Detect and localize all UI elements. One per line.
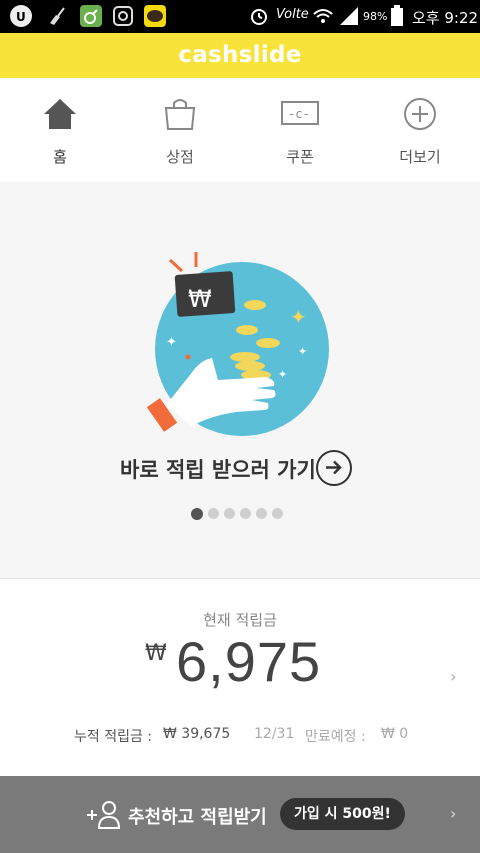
plus-circle-icon bbox=[404, 98, 436, 130]
alarm-clock-icon bbox=[248, 5, 270, 27]
referral-banner[interactable]: 추천하고 적립받기 가입 시 500원! › bbox=[0, 776, 480, 853]
svg-text:✦: ✦ bbox=[290, 305, 307, 329]
u-plus-app-icon: U bbox=[10, 5, 32, 27]
balance-panel[interactable]: 현재 적립금 ₩ 6,975 › 누적 적립금 : ₩ 39,675 12/31… bbox=[0, 579, 480, 776]
carousel-dot-4[interactable] bbox=[240, 508, 251, 519]
tab-store[interactable]: 상점 bbox=[120, 78, 240, 182]
tab-coupon-label: 쿠폰 bbox=[286, 148, 314, 166]
shopping-bag-icon bbox=[164, 99, 196, 130]
coupon-icon: -c- bbox=[281, 101, 319, 125]
add-friend-icon bbox=[87, 801, 120, 829]
current-balance-label: 현재 적립금 bbox=[203, 611, 277, 629]
tab-store-label: 상점 bbox=[166, 148, 194, 166]
cumulative-value: ₩ 39,675 bbox=[163, 726, 231, 742]
wallet-won-symbol: ₩ bbox=[188, 285, 212, 313]
clock-time: 오후 9:22 bbox=[412, 9, 479, 27]
cleaner-broom-icon bbox=[46, 5, 68, 27]
wifi-icon bbox=[312, 5, 334, 27]
carousel-dot-3[interactable] bbox=[224, 508, 235, 519]
tab-coupon[interactable]: -c- 쿠폰 bbox=[240, 78, 360, 182]
svg-text:U: U bbox=[16, 10, 26, 24]
tab-home-label: 홈 bbox=[53, 148, 67, 166]
hand-catching-coins-illustration: ₩ ✦ ✦ ✦ ✦ bbox=[146, 252, 329, 436]
referral-bonus-badge: 가입 시 500원! bbox=[280, 798, 405, 830]
carousel-dot-2[interactable] bbox=[208, 508, 219, 519]
tab-more[interactable]: 더보기 bbox=[360, 78, 480, 182]
battery-percent: 98% bbox=[363, 10, 388, 23]
chevron-right-icon: › bbox=[450, 667, 457, 686]
tab-bar: 홈 상점 -c- 쿠폰 더보기 bbox=[0, 78, 480, 182]
cashslide-logo: cashslide bbox=[178, 42, 302, 68]
app-header: cashslide bbox=[0, 33, 480, 78]
expiry-date: 12/31 bbox=[254, 726, 295, 742]
promo-banner[interactable]: ₩ ✦ ✦ ✦ ✦ 바로 적립 받으러 가기 bbox=[0, 182, 480, 579]
arrow-right-circle-icon bbox=[316, 450, 352, 486]
expiry-label: 만료예정 : bbox=[305, 729, 366, 745]
expiry-value: ₩ 0 bbox=[381, 726, 409, 742]
volte-indicator: Volte bbox=[276, 7, 309, 22]
battery-icon bbox=[390, 5, 412, 27]
carousel-dot-1[interactable] bbox=[191, 507, 203, 520]
carousel-dot-5[interactable] bbox=[256, 508, 267, 519]
current-balance-amount: 6,975 bbox=[176, 630, 322, 693]
tab-home[interactable]: 홈 bbox=[0, 78, 120, 182]
home-icon bbox=[44, 99, 76, 129]
status-bar: U Volte 98% 오후 9:22 bbox=[0, 0, 480, 33]
referral-text: 추천하고 적립받기 bbox=[128, 807, 267, 828]
cumulative-label: 누적 적립금 : bbox=[74, 729, 153, 745]
app-green-icon bbox=[80, 5, 102, 27]
chevron-right-icon: › bbox=[450, 804, 457, 823]
svg-text:✦: ✦ bbox=[278, 368, 287, 381]
svg-text:-c-: -c- bbox=[288, 107, 310, 121]
cta-text: 바로 적립 받으러 가기 bbox=[120, 458, 316, 482]
kakaotalk-icon bbox=[144, 5, 166, 27]
svg-text:✦: ✦ bbox=[166, 335, 177, 350]
signal-strength-icon bbox=[338, 5, 360, 27]
tab-more-label: 더보기 bbox=[399, 148, 441, 166]
svg-text:✦: ✦ bbox=[298, 345, 307, 358]
carousel-dot-6[interactable] bbox=[272, 508, 283, 519]
currency-symbol: ₩ bbox=[145, 641, 167, 666]
instagram-icon bbox=[112, 5, 134, 27]
